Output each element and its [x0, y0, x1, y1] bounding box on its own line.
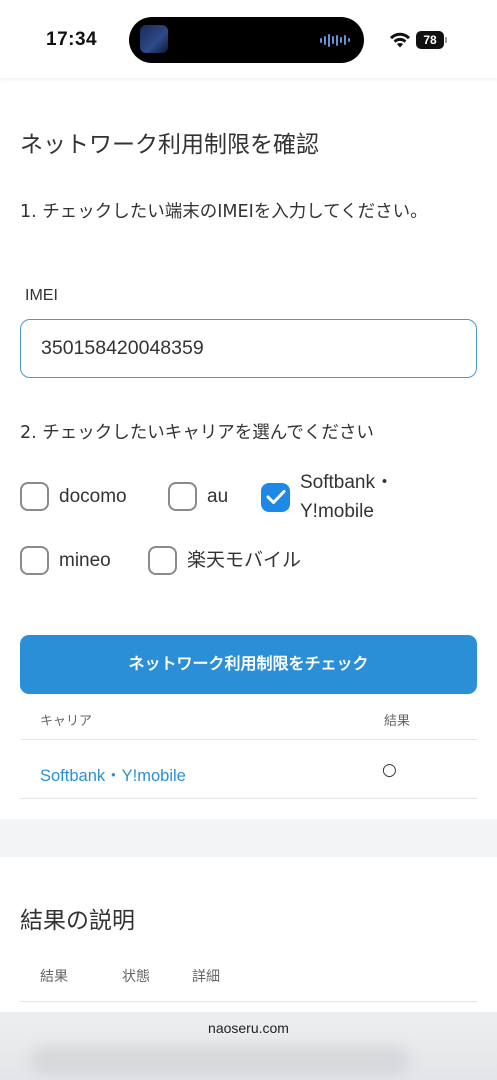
column-header-carrier: キャリア [40, 714, 93, 729]
step1-instruction: 1. チェックしたい端末のIMEIを入力してください。 [20, 202, 428, 222]
result-table-header: キャリア 結果 [20, 698, 477, 740]
imei-input[interactable] [20, 319, 477, 378]
column-header-result: 結果 [40, 969, 68, 985]
carrier-label: 楽天モバイル [187, 549, 302, 571]
carrier-label: Softbank・Y!mobile [300, 472, 394, 522]
carrier-checkbox-softbank[interactable]: Softbank・Y!mobile [261, 468, 410, 526]
now-playing-thumbnail [140, 25, 168, 53]
explanation-table-header: 結果 状態 詳細 [20, 958, 477, 1002]
browser-address-bar[interactable]: naoseru.com [0, 1012, 497, 1080]
carrier-checkbox-docomo[interactable]: docomo [20, 482, 127, 511]
explanation-title: 結果の説明 [20, 908, 135, 934]
column-header-state: 状態 [122, 969, 150, 985]
carrier-checkbox-au[interactable]: au [168, 482, 228, 511]
carrier-label: mineo [59, 549, 111, 571]
checkbox-icon[interactable] [20, 482, 49, 511]
result-value: ○ [382, 760, 397, 780]
checkbox-icon[interactable] [20, 546, 49, 575]
checkbox-icon[interactable] [148, 546, 177, 575]
carrier-label: docomo [59, 485, 127, 507]
page-title: ネットワーク利用制限を確認 [20, 132, 319, 158]
column-header-detail: 詳細 [192, 969, 220, 985]
imei-label: IMEI [25, 287, 58, 304]
battery-level: 78 [416, 31, 444, 49]
column-header-result: 結果 [384, 714, 411, 729]
wifi-icon [390, 32, 410, 48]
section-divider [0, 819, 497, 857]
carrier-label: au [207, 485, 229, 507]
check-network-restriction-button[interactable]: ネットワーク利用制限をチェック [20, 635, 477, 694]
url-text[interactable]: naoseru.com [0, 1020, 497, 1036]
status-bar: 17:34 78 [0, 0, 497, 78]
step2-instruction: 2. チェックしたいキャリアを選んでください [20, 423, 374, 443]
audio-wave-icon [320, 33, 350, 47]
carrier-checkbox-rakuten[interactable]: 楽天モバイル [148, 546, 301, 575]
carrier-result-link[interactable]: Softbank・Y!mobile [40, 762, 186, 786]
checkbox-checked-icon[interactable] [261, 482, 290, 512]
battery-icon: 78 [416, 31, 448, 49]
checkbox-icon[interactable] [168, 482, 197, 511]
status-time: 17:34 [46, 29, 98, 50]
carrier-checkbox-mineo[interactable]: mineo [20, 546, 111, 575]
dynamic-island[interactable] [129, 17, 364, 63]
table-row: Softbank・Y!mobile ○ [20, 744, 477, 799]
toolbar-blur [30, 1046, 410, 1076]
